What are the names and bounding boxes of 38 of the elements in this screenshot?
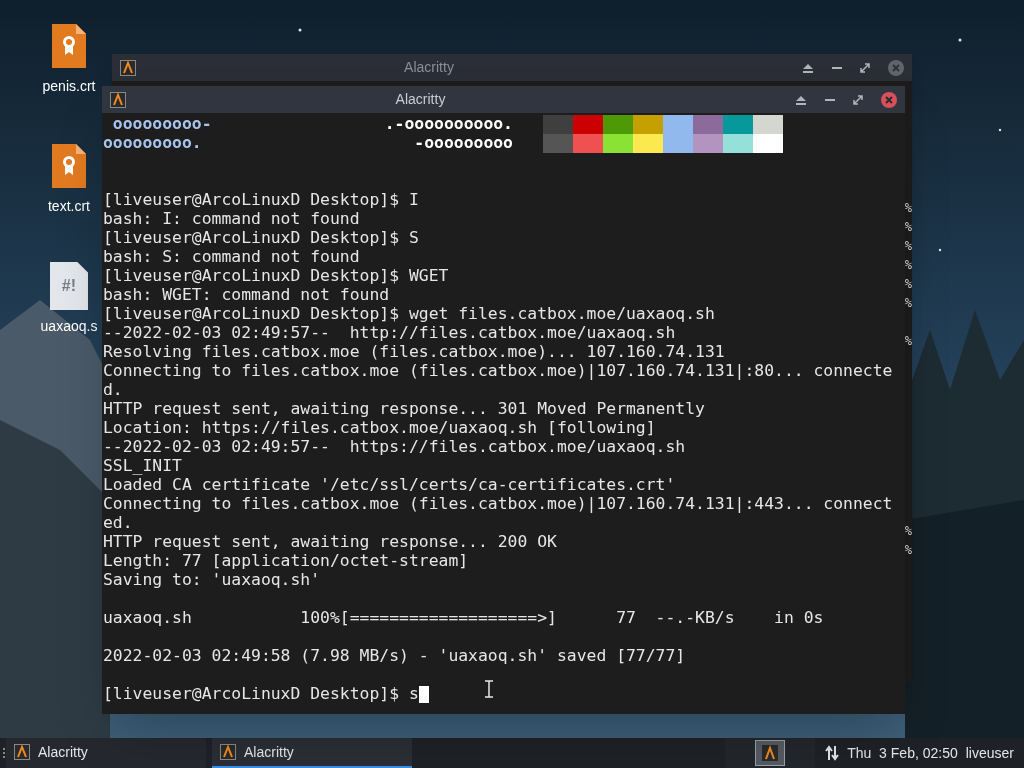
terminal-line: 2022-02-03 02:49:58 (7.98 MB/s) - 'uaxaoq.sh' saved [77/77] bbox=[103, 645, 686, 668]
terminal-app-icon bbox=[14, 744, 30, 760]
maximize-icon[interactable] bbox=[853, 94, 863, 105]
terminal-line: % bbox=[904, 199, 912, 217]
user-name[interactable]: liveuser bbox=[965, 742, 1014, 764]
terminal-line: % bbox=[904, 275, 912, 293]
minimize-icon[interactable] bbox=[825, 98, 835, 101]
file-name[interactable]: uaxaoq.s bbox=[40, 316, 98, 337]
task-button[interactable]: Alacritty bbox=[6, 738, 206, 768]
terminal-app-icon[interactable] bbox=[755, 740, 786, 766]
terminal-app-icon bbox=[120, 59, 136, 76]
maximize-icon[interactable] bbox=[860, 62, 870, 73]
block-cursor bbox=[418, 686, 429, 703]
minimize-icon[interactable] bbox=[832, 66, 842, 69]
certificate-file-icon[interactable] bbox=[50, 22, 88, 70]
terminal-line: % bbox=[904, 332, 912, 350]
terminal-line: % bbox=[904, 256, 912, 274]
text-cursor-icon bbox=[484, 680, 494, 698]
terminal-line: % bbox=[904, 218, 912, 236]
keep-above-icon[interactable] bbox=[802, 62, 814, 73]
window-title: Alacritty bbox=[404, 58, 454, 77]
terminal-line: % bbox=[904, 294, 912, 312]
terminal-line: uaxaoq.sh 100%[===================>] 77 --.-KB/s in 0s bbox=[103, 607, 824, 630]
terminal-line: % bbox=[904, 541, 912, 559]
terminal-app-icon bbox=[110, 91, 126, 108]
certificate-file-icon[interactable] bbox=[50, 142, 88, 190]
terminal-line: [liveuser@ArcoLinuxD Desktop]$ s bbox=[103, 683, 419, 706]
file-name[interactable]: text.crt bbox=[48, 196, 90, 217]
window-title: Alacritty bbox=[395, 90, 446, 109]
clock[interactable]: Thu 3 Feb, 02:50 bbox=[847, 742, 958, 764]
keep-above-icon[interactable] bbox=[795, 94, 807, 105]
terminal-line: % bbox=[904, 237, 912, 255]
terminal-line: % bbox=[904, 522, 912, 540]
network-arrows-icon[interactable] bbox=[825, 745, 840, 761]
terminal-app-icon bbox=[220, 744, 236, 760]
file-name[interactable]: penis.crt bbox=[42, 76, 96, 97]
close-icon[interactable] bbox=[881, 91, 897, 108]
task-button[interactable]: Alacritty bbox=[212, 738, 412, 768]
